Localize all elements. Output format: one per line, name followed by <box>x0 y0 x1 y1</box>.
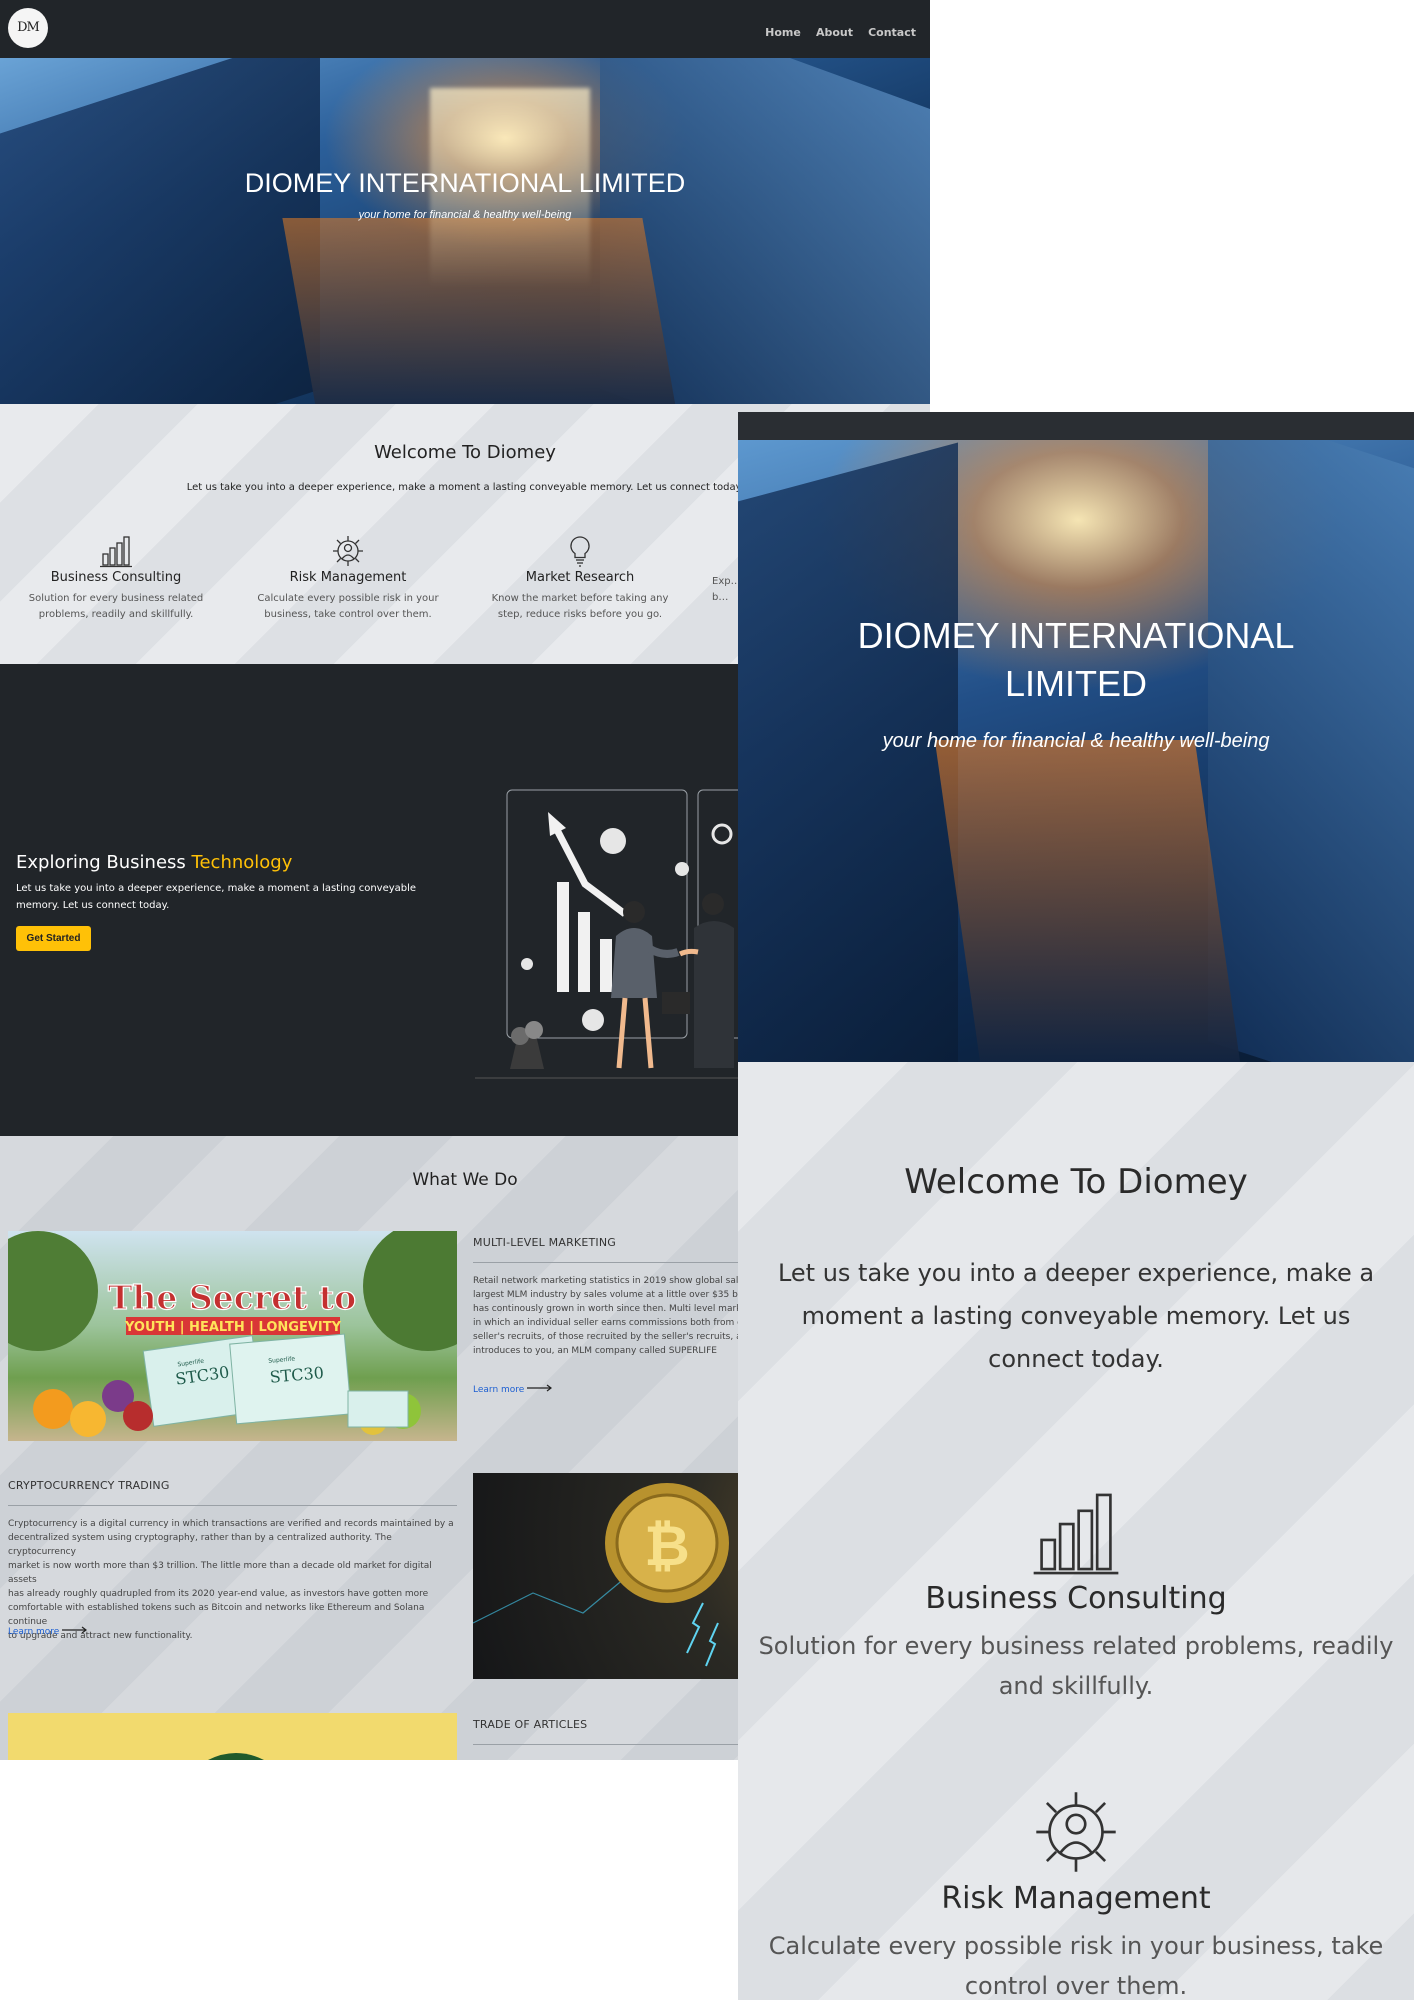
get-started-button[interactable]: Get Started <box>16 926 91 951</box>
feature-title: Market Research <box>525 570 635 585</box>
zoomed-feature-title: Risk Management <box>941 1881 1211 1916</box>
zoomed-feature-title: Business Consulting <box>925 1581 1227 1616</box>
section-heading-mlm: MULTI-LEVEL MARKETING <box>473 1236 617 1249</box>
arrow-right-icon <box>527 1384 553 1395</box>
section-heading-trade: TRADE OF ARTICLES <box>473 1718 588 1731</box>
section-divider <box>8 1505 457 1506</box>
feature-risk-management: Risk Management Calculate every possible… <box>248 534 448 623</box>
nav-link-home[interactable]: Home <box>765 26 801 39</box>
zoomed-hero-subtitle: your home for financial & healthy well-b… <box>882 730 1270 752</box>
zoomed-navbar <box>738 412 1414 440</box>
learn-more-link-mlm[interactable]: Learn more <box>473 1384 553 1395</box>
feature-title: Business Consulting <box>50 570 182 585</box>
zoomed-welcome-section: Welcome To Diomey Let us take you into a… <box>738 1062 1414 2000</box>
feature-desc: Know the market before taking any step, … <box>491 593 669 620</box>
lightbulb-icon <box>480 534 680 568</box>
feature-business-consulting: Business Consulting Solution for every b… <box>16 534 216 623</box>
trade-image <box>8 1713 457 1760</box>
zoomed-page-view: DIOMEY INTERNATIONAL LIMITED your home f… <box>738 412 1414 2000</box>
zoomed-feature-desc: Calculate every possible risk in your bu… <box>768 1932 1384 2000</box>
bitcoin-icon: ₿ <box>644 1514 690 1579</box>
gear-person-icon <box>738 1787 1414 1881</box>
zoomed-feature-risk-management: Risk Management Calculate every possible… <box>738 1787 1414 2000</box>
feature-desc: Calculate every possible risk in your bu… <box>257 593 439 620</box>
learn-more-link-crypto[interactable]: Learn more <box>8 1626 88 1637</box>
hero-title: DIOMEY INTERNATIONAL LIMITED <box>244 168 686 198</box>
section-text-crypto: Cryptocurrency is a digital currency in … <box>8 1519 454 1641</box>
zoomed-welcome-text: Let us take you into a deeper experience… <box>777 1259 1375 1373</box>
image-headline: The Secret to <box>108 1278 356 1317</box>
superlife-product-image: The Secret to YOUTH | HEALTH | LONGEVITY… <box>8 1231 457 1441</box>
section-heading-crypto: CRYPTOCURRENCY TRADING <box>8 1479 170 1492</box>
navbar: DM Home About Contact <box>0 0 930 58</box>
zoomed-hero-banner: DIOMEY INTERNATIONAL LIMITED your home f… <box>738 440 1414 1062</box>
hero-subtitle: your home for financial & healthy well-b… <box>358 209 572 221</box>
zoomed-feature-business-consulting: Business Consulting Solution for every b… <box>738 1487 1414 1706</box>
zoomed-hero-title: DIOMEY INTERNATIONAL LIMITED <box>857 615 1295 704</box>
hero-banner: DIOMEY INTERNATIONAL LIMITED your home f… <box>0 58 930 404</box>
nav-link-contact[interactable]: Contact <box>868 26 916 39</box>
image-tagline: YOUTH | HEALTH | LONGEVITY <box>124 1320 342 1335</box>
explore-text: Let us take you into a deeper experience… <box>16 883 417 911</box>
nav-links: Home About Contact <box>755 21 916 40</box>
feature-market-research: Market Research Know the market before t… <box>480 534 680 623</box>
nav-link-about[interactable]: About <box>816 26 853 39</box>
zoomed-welcome-title: Welcome To Diomey <box>904 1162 1248 1202</box>
explore-title: Exploring Business Technology <box>16 852 293 873</box>
arrow-right-icon <box>62 1626 88 1637</box>
feature-desc: Solution for every business related prob… <box>28 593 204 620</box>
zoomed-feature-desc: Solution for every business related prob… <box>758 1632 1394 1700</box>
logo[interactable]: DM <box>8 8 48 48</box>
bar-chart-icon <box>738 1487 1414 1581</box>
bar-chart-icon <box>16 534 216 568</box>
gear-person-icon <box>248 534 448 568</box>
feature-title: Risk Management <box>289 570 407 585</box>
